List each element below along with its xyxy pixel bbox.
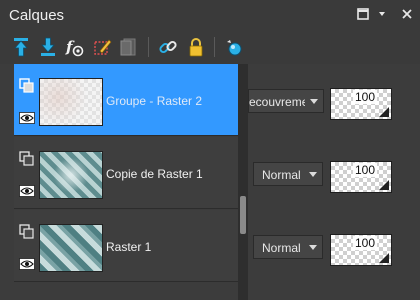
panel-splitter[interactable] xyxy=(238,64,248,300)
toolbar-separator xyxy=(148,37,149,57)
move-layer-down-icon[interactable] xyxy=(37,36,59,58)
opacity-slider-handle-icon[interactable] xyxy=(379,107,389,117)
blend-mode-value: Normal xyxy=(262,168,301,182)
blend-mode-value: ecouvreme xyxy=(249,95,309,109)
opacity-value: 100 xyxy=(352,163,377,177)
lock-icon[interactable] xyxy=(185,36,207,58)
layer-group-icon[interactable] xyxy=(19,78,34,93)
layers-panel: Groupe - Raster 2 Copie de Raster 1 Rast… xyxy=(0,64,420,300)
layer-raster-icon[interactable] xyxy=(19,224,34,239)
chevron-down-icon[interactable] xyxy=(304,163,322,185)
edit-selection-icon[interactable] xyxy=(92,36,114,58)
layer-name: Groupe - Raster 2 xyxy=(106,94,203,108)
layer-thumbnail xyxy=(39,224,103,272)
opacity-field[interactable]: 100 xyxy=(330,88,392,120)
blend-mode-dropdown[interactable]: Normal xyxy=(253,162,323,186)
blend-mode-dropdown[interactable]: Normal xyxy=(253,235,323,259)
mask-icon[interactable] xyxy=(118,36,140,58)
layer-thumbnail xyxy=(39,78,103,126)
opacity-slider-handle-icon[interactable] xyxy=(379,253,389,263)
blend-mode-dropdown[interactable]: ecouvreme xyxy=(248,89,324,113)
toolbar-separator xyxy=(214,37,215,57)
layers-toolbar: f xyxy=(0,30,420,64)
opacity-value: 100 xyxy=(352,90,377,104)
layer-properties-row: ecouvreme 100 xyxy=(248,64,420,136)
chevron-down-icon[interactable] xyxy=(304,236,322,258)
visibility-eye-icon[interactable] xyxy=(19,185,35,197)
layer-row-raster-1[interactable]: Raster 1 xyxy=(14,210,238,282)
opacity-value: 100 xyxy=(352,236,377,250)
layer-properties-row: Normal 100 xyxy=(248,137,420,209)
layer-raster-icon[interactable] xyxy=(19,151,34,166)
opacity-field[interactable]: 100 xyxy=(330,234,392,266)
view-icon[interactable] xyxy=(223,36,245,58)
restore-icon[interactable] xyxy=(355,6,371,22)
effects-icon[interactable]: f xyxy=(64,36,86,58)
layer-properties-row: Normal 100 xyxy=(248,210,420,282)
panel-titlebar: Calques xyxy=(0,0,420,30)
layer-thumbnail xyxy=(39,151,103,199)
layer-indent-strip xyxy=(0,64,14,300)
close-icon[interactable] xyxy=(399,6,415,22)
layer-row-copie-de-raster-1[interactable]: Copie de Raster 1 xyxy=(14,137,238,209)
link-icon[interactable] xyxy=(157,36,179,58)
splitter-grip[interactable] xyxy=(240,196,246,234)
layer-row-groupe-raster-2[interactable]: Groupe - Raster 2 xyxy=(14,64,238,136)
dropdown-menu-icon[interactable] xyxy=(374,6,390,22)
blend-mode-value: Normal xyxy=(262,241,301,255)
panel-title: Calques xyxy=(9,7,65,24)
layer-name: Raster 1 xyxy=(106,240,152,254)
visibility-eye-icon[interactable] xyxy=(19,258,35,270)
layer-name: Copie de Raster 1 xyxy=(106,167,203,181)
move-layer-up-icon[interactable] xyxy=(10,36,32,58)
visibility-eye-icon[interactable] xyxy=(19,112,35,124)
chevron-down-icon[interactable] xyxy=(305,90,323,112)
opacity-field[interactable]: 100 xyxy=(330,161,392,193)
opacity-slider-handle-icon[interactable] xyxy=(379,180,389,190)
